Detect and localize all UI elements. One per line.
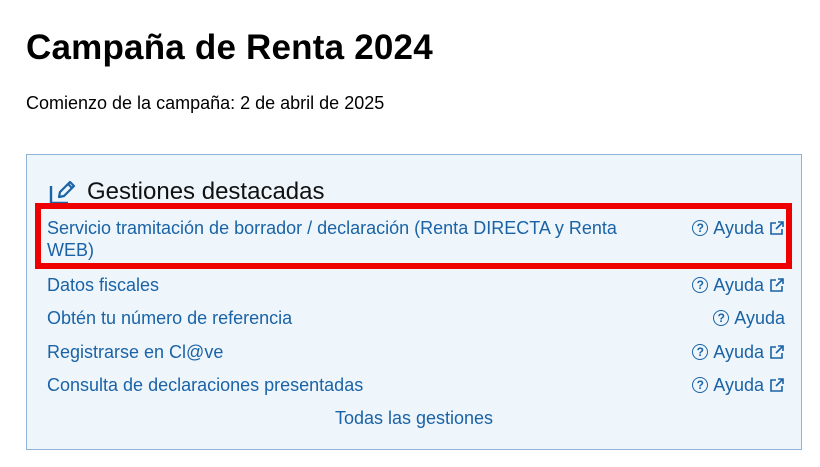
list-item: Obtén tu número de referencia ? Ayuda (47, 307, 785, 329)
question-icon: ? (692, 220, 709, 236)
list-item: Registrarse en Cl@ve ? Ayuda (47, 341, 785, 363)
help-link[interactable]: ? Ayuda (692, 274, 785, 296)
help-label: Ayuda (713, 218, 764, 238)
panel-title: Gestiones destacadas (87, 178, 325, 205)
external-link-icon (770, 378, 784, 392)
external-link-icon (770, 221, 784, 235)
help-link[interactable]: ? Ayuda (692, 341, 785, 363)
list-item: Consulta de declaraciones presentadas ? … (47, 374, 785, 396)
question-icon: ? (692, 277, 709, 293)
help-label: Ayuda (713, 275, 764, 295)
clave-register-link[interactable]: Registrarse en Cl@ve (47, 341, 637, 363)
question-icon: ? (692, 377, 709, 393)
page-title: Campaña de Renta 2024 (26, 28, 433, 67)
renta-service-link[interactable]: Servicio tramitación de borrador / decla… (47, 217, 637, 261)
campaign-start-text: Comienzo de la campaña: 2 de abril de 20… (26, 93, 385, 113)
list-item: Servicio tramitación de borrador / decla… (47, 217, 785, 261)
help-label: Ayuda (713, 342, 764, 362)
all-procedures-link[interactable]: Todas las gestiones (27, 408, 801, 429)
external-link-icon (770, 345, 784, 359)
panel-header: Gestiones destacadas (47, 177, 324, 207)
question-icon: ? (713, 310, 730, 326)
help-link[interactable]: ? Ayuda (713, 307, 785, 329)
list-item: Datos fiscales ? Ayuda (47, 274, 785, 296)
reference-number-link[interactable]: Obtén tu número de referencia (47, 307, 637, 329)
edit-icon (49, 180, 76, 205)
help-label: Ayuda (713, 375, 764, 395)
tax-data-link[interactable]: Datos fiscales (47, 274, 637, 296)
submitted-returns-link[interactable]: Consulta de declaraciones presentadas (47, 374, 637, 396)
question-icon: ? (692, 344, 709, 360)
external-link-icon (770, 278, 784, 292)
help-link[interactable]: ? Ayuda (692, 374, 785, 396)
help-label: Ayuda (734, 308, 785, 328)
help-link[interactable]: ? Ayuda (692, 217, 785, 239)
featured-procedures-panel: Gestiones destacadas Servicio tramitació… (26, 154, 802, 450)
